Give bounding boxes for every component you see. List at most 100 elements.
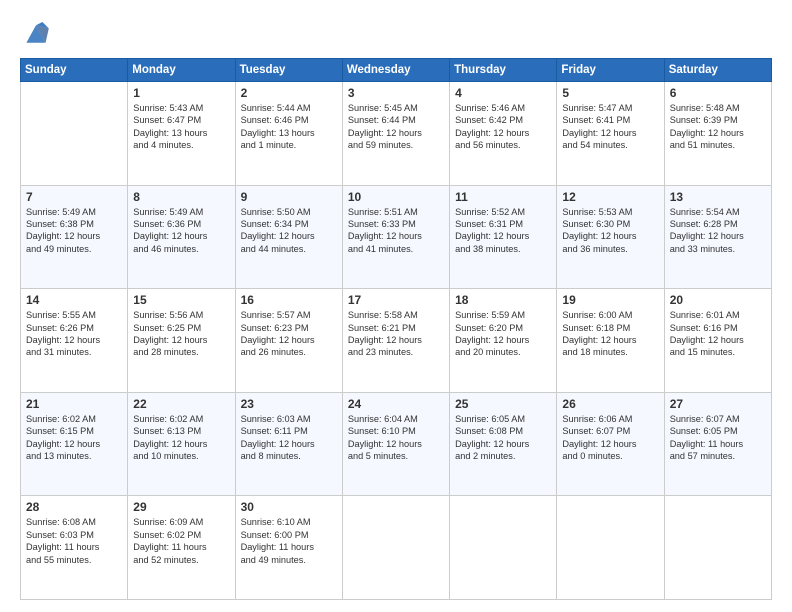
calendar-cell: 4 Sunrise: 5:46 AM Sunset: 6:42 PM Daylig… <box>450 82 557 186</box>
calendar-header-wednesday: Wednesday <box>342 59 449 82</box>
calendar-cell: 25 Sunrise: 6:05 AM Sunset: 6:08 PM Dayli… <box>450 392 557 496</box>
calendar-table: SundayMondayTuesdayWednesdayThursdayFrid… <box>20 58 772 600</box>
day-detail: Sunrise: 6:05 AM Sunset: 6:08 PM Dayligh… <box>455 413 551 463</box>
day-number: 27 <box>670 397 766 411</box>
day-number: 11 <box>455 190 551 204</box>
day-number: 12 <box>562 190 658 204</box>
calendar-week-2: 7 Sunrise: 5:49 AM Sunset: 6:38 PM Daylig… <box>21 185 772 289</box>
day-number: 8 <box>133 190 229 204</box>
day-detail: Sunrise: 6:04 AM Sunset: 6:10 PM Dayligh… <box>348 413 444 463</box>
calendar-cell: 2 Sunrise: 5:44 AM Sunset: 6:46 PM Daylig… <box>235 82 342 186</box>
calendar-cell: 17Sunrise: 5:58 AM Sunset: 6:21 PM Dayli… <box>342 289 449 393</box>
calendar-cell: 30 Sunrise: 6:10 AM Sunset: 6:00 PM Dayli… <box>235 496 342 600</box>
day-detail: Sunrise: 5:58 AM Sunset: 6:21 PM Dayligh… <box>348 309 444 359</box>
calendar-cell: 5 Sunrise: 5:47 AM Sunset: 6:41 PM Daylig… <box>557 82 664 186</box>
day-number: 7 <box>26 190 122 204</box>
day-detail: Sunrise: 5:56 AM Sunset: 6:25 PM Dayligh… <box>133 309 229 359</box>
day-detail: Sunrise: 5:44 AM Sunset: 6:46 PM Dayligh… <box>241 102 337 152</box>
day-detail: Sunrise: 6:02 AM Sunset: 6:13 PM Dayligh… <box>133 413 229 463</box>
day-number: 23 <box>241 397 337 411</box>
calendar-cell: 7 Sunrise: 5:49 AM Sunset: 6:38 PM Daylig… <box>21 185 128 289</box>
day-detail: Sunrise: 5:45 AM Sunset: 6:44 PM Dayligh… <box>348 102 444 152</box>
day-detail: Sunrise: 6:07 AM Sunset: 6:05 PM Dayligh… <box>670 413 766 463</box>
logo-icon <box>20 20 52 48</box>
calendar-cell <box>21 82 128 186</box>
day-detail: Sunrise: 5:53 AM Sunset: 6:30 PM Dayligh… <box>562 206 658 256</box>
calendar-header-sunday: Sunday <box>21 59 128 82</box>
calendar-week-5: 28 Sunrise: 6:08 AM Sunset: 6:03 PM Dayli… <box>21 496 772 600</box>
calendar-cell: 13 Sunrise: 5:54 AM Sunset: 6:28 PM Dayli… <box>664 185 771 289</box>
calendar-cell: 11 Sunrise: 5:52 AM Sunset: 6:31 PM Dayli… <box>450 185 557 289</box>
day-detail: Sunrise: 5:52 AM Sunset: 6:31 PM Dayligh… <box>455 206 551 256</box>
day-number: 24 <box>348 397 444 411</box>
calendar-cell: 6Sunrise: 5:48 AM Sunset: 6:39 PM Daylig… <box>664 82 771 186</box>
calendar-cell: 20Sunrise: 6:01 AM Sunset: 6:16 PM Dayli… <box>664 289 771 393</box>
day-detail: Sunrise: 5:49 AM Sunset: 6:38 PM Dayligh… <box>26 206 122 256</box>
day-number: 4 <box>455 86 551 100</box>
day-number: 13 <box>670 190 766 204</box>
day-detail: Sunrise: 5:50 AM Sunset: 6:34 PM Dayligh… <box>241 206 337 256</box>
day-detail: Sunrise: 5:57 AM Sunset: 6:23 PM Dayligh… <box>241 309 337 359</box>
day-number: 26 <box>562 397 658 411</box>
logo <box>20 20 56 48</box>
calendar-cell <box>557 496 664 600</box>
day-detail: Sunrise: 6:08 AM Sunset: 6:03 PM Dayligh… <box>26 516 122 566</box>
calendar-cell: 12 Sunrise: 5:53 AM Sunset: 6:30 PM Dayli… <box>557 185 664 289</box>
calendar-header-saturday: Saturday <box>664 59 771 82</box>
day-number: 30 <box>241 500 337 514</box>
day-detail: Sunrise: 5:46 AM Sunset: 6:42 PM Dayligh… <box>455 102 551 152</box>
calendar-cell: 22Sunrise: 6:02 AM Sunset: 6:13 PM Dayli… <box>128 392 235 496</box>
calendar-header-friday: Friday <box>557 59 664 82</box>
day-detail: Sunrise: 6:10 AM Sunset: 6:00 PM Dayligh… <box>241 516 337 566</box>
day-detail: Sunrise: 5:59 AM Sunset: 6:20 PM Dayligh… <box>455 309 551 359</box>
calendar-cell: 23Sunrise: 6:03 AM Sunset: 6:11 PM Dayli… <box>235 392 342 496</box>
day-number: 29 <box>133 500 229 514</box>
calendar-cell: 21 Sunrise: 6:02 AM Sunset: 6:15 PM Dayli… <box>21 392 128 496</box>
calendar-cell <box>664 496 771 600</box>
calendar-cell: 26Sunrise: 6:06 AM Sunset: 6:07 PM Dayli… <box>557 392 664 496</box>
day-number: 28 <box>26 500 122 514</box>
calendar-cell <box>342 496 449 600</box>
calendar-cell: 3 Sunrise: 5:45 AM Sunset: 6:44 PM Daylig… <box>342 82 449 186</box>
header <box>20 16 772 48</box>
calendar-cell <box>450 496 557 600</box>
calendar-cell: 29 Sunrise: 6:09 AM Sunset: 6:02 PM Dayli… <box>128 496 235 600</box>
calendar-week-1: 1 Sunrise: 5:43 AM Sunset: 6:47 PM Daylig… <box>21 82 772 186</box>
day-number: 20 <box>670 293 766 307</box>
calendar-cell: 19Sunrise: 6:00 AM Sunset: 6:18 PM Dayli… <box>557 289 664 393</box>
calendar-cell: 1 Sunrise: 5:43 AM Sunset: 6:47 PM Daylig… <box>128 82 235 186</box>
day-number: 21 <box>26 397 122 411</box>
day-detail: Sunrise: 5:49 AM Sunset: 6:36 PM Dayligh… <box>133 206 229 256</box>
day-detail: Sunrise: 5:55 AM Sunset: 6:26 PM Dayligh… <box>26 309 122 359</box>
day-detail: Sunrise: 5:43 AM Sunset: 6:47 PM Dayligh… <box>133 102 229 152</box>
calendar-cell: 9 Sunrise: 5:50 AM Sunset: 6:34 PM Daylig… <box>235 185 342 289</box>
day-number: 5 <box>562 86 658 100</box>
calendar-cell: 16Sunrise: 5:57 AM Sunset: 6:23 PM Dayli… <box>235 289 342 393</box>
calendar-cell: 10 Sunrise: 5:51 AM Sunset: 6:33 PM Dayli… <box>342 185 449 289</box>
day-detail: Sunrise: 6:02 AM Sunset: 6:15 PM Dayligh… <box>26 413 122 463</box>
calendar-week-4: 21 Sunrise: 6:02 AM Sunset: 6:15 PM Dayli… <box>21 392 772 496</box>
calendar-cell: 24 Sunrise: 6:04 AM Sunset: 6:10 PM Dayli… <box>342 392 449 496</box>
day-number: 10 <box>348 190 444 204</box>
day-detail: Sunrise: 6:09 AM Sunset: 6:02 PM Dayligh… <box>133 516 229 566</box>
day-number: 25 <box>455 397 551 411</box>
day-number: 1 <box>133 86 229 100</box>
day-number: 3 <box>348 86 444 100</box>
calendar-cell: 18 Sunrise: 5:59 AM Sunset: 6:20 PM Dayli… <box>450 289 557 393</box>
page: SundayMondayTuesdayWednesdayThursdayFrid… <box>0 0 792 612</box>
day-number: 2 <box>241 86 337 100</box>
day-detail: Sunrise: 5:54 AM Sunset: 6:28 PM Dayligh… <box>670 206 766 256</box>
day-detail: Sunrise: 5:48 AM Sunset: 6:39 PM Dayligh… <box>670 102 766 152</box>
day-number: 19 <box>562 293 658 307</box>
day-number: 9 <box>241 190 337 204</box>
calendar-cell: 8 Sunrise: 5:49 AM Sunset: 6:36 PM Daylig… <box>128 185 235 289</box>
calendar-header-thursday: Thursday <box>450 59 557 82</box>
day-detail: Sunrise: 5:47 AM Sunset: 6:41 PM Dayligh… <box>562 102 658 152</box>
calendar-cell: 27 Sunrise: 6:07 AM Sunset: 6:05 PM Dayli… <box>664 392 771 496</box>
day-detail: Sunrise: 5:51 AM Sunset: 6:33 PM Dayligh… <box>348 206 444 256</box>
calendar-week-3: 14Sunrise: 5:55 AM Sunset: 6:26 PM Dayli… <box>21 289 772 393</box>
calendar-header-monday: Monday <box>128 59 235 82</box>
calendar-cell: 14Sunrise: 5:55 AM Sunset: 6:26 PM Dayli… <box>21 289 128 393</box>
day-number: 18 <box>455 293 551 307</box>
calendar-cell: 15Sunrise: 5:56 AM Sunset: 6:25 PM Dayli… <box>128 289 235 393</box>
